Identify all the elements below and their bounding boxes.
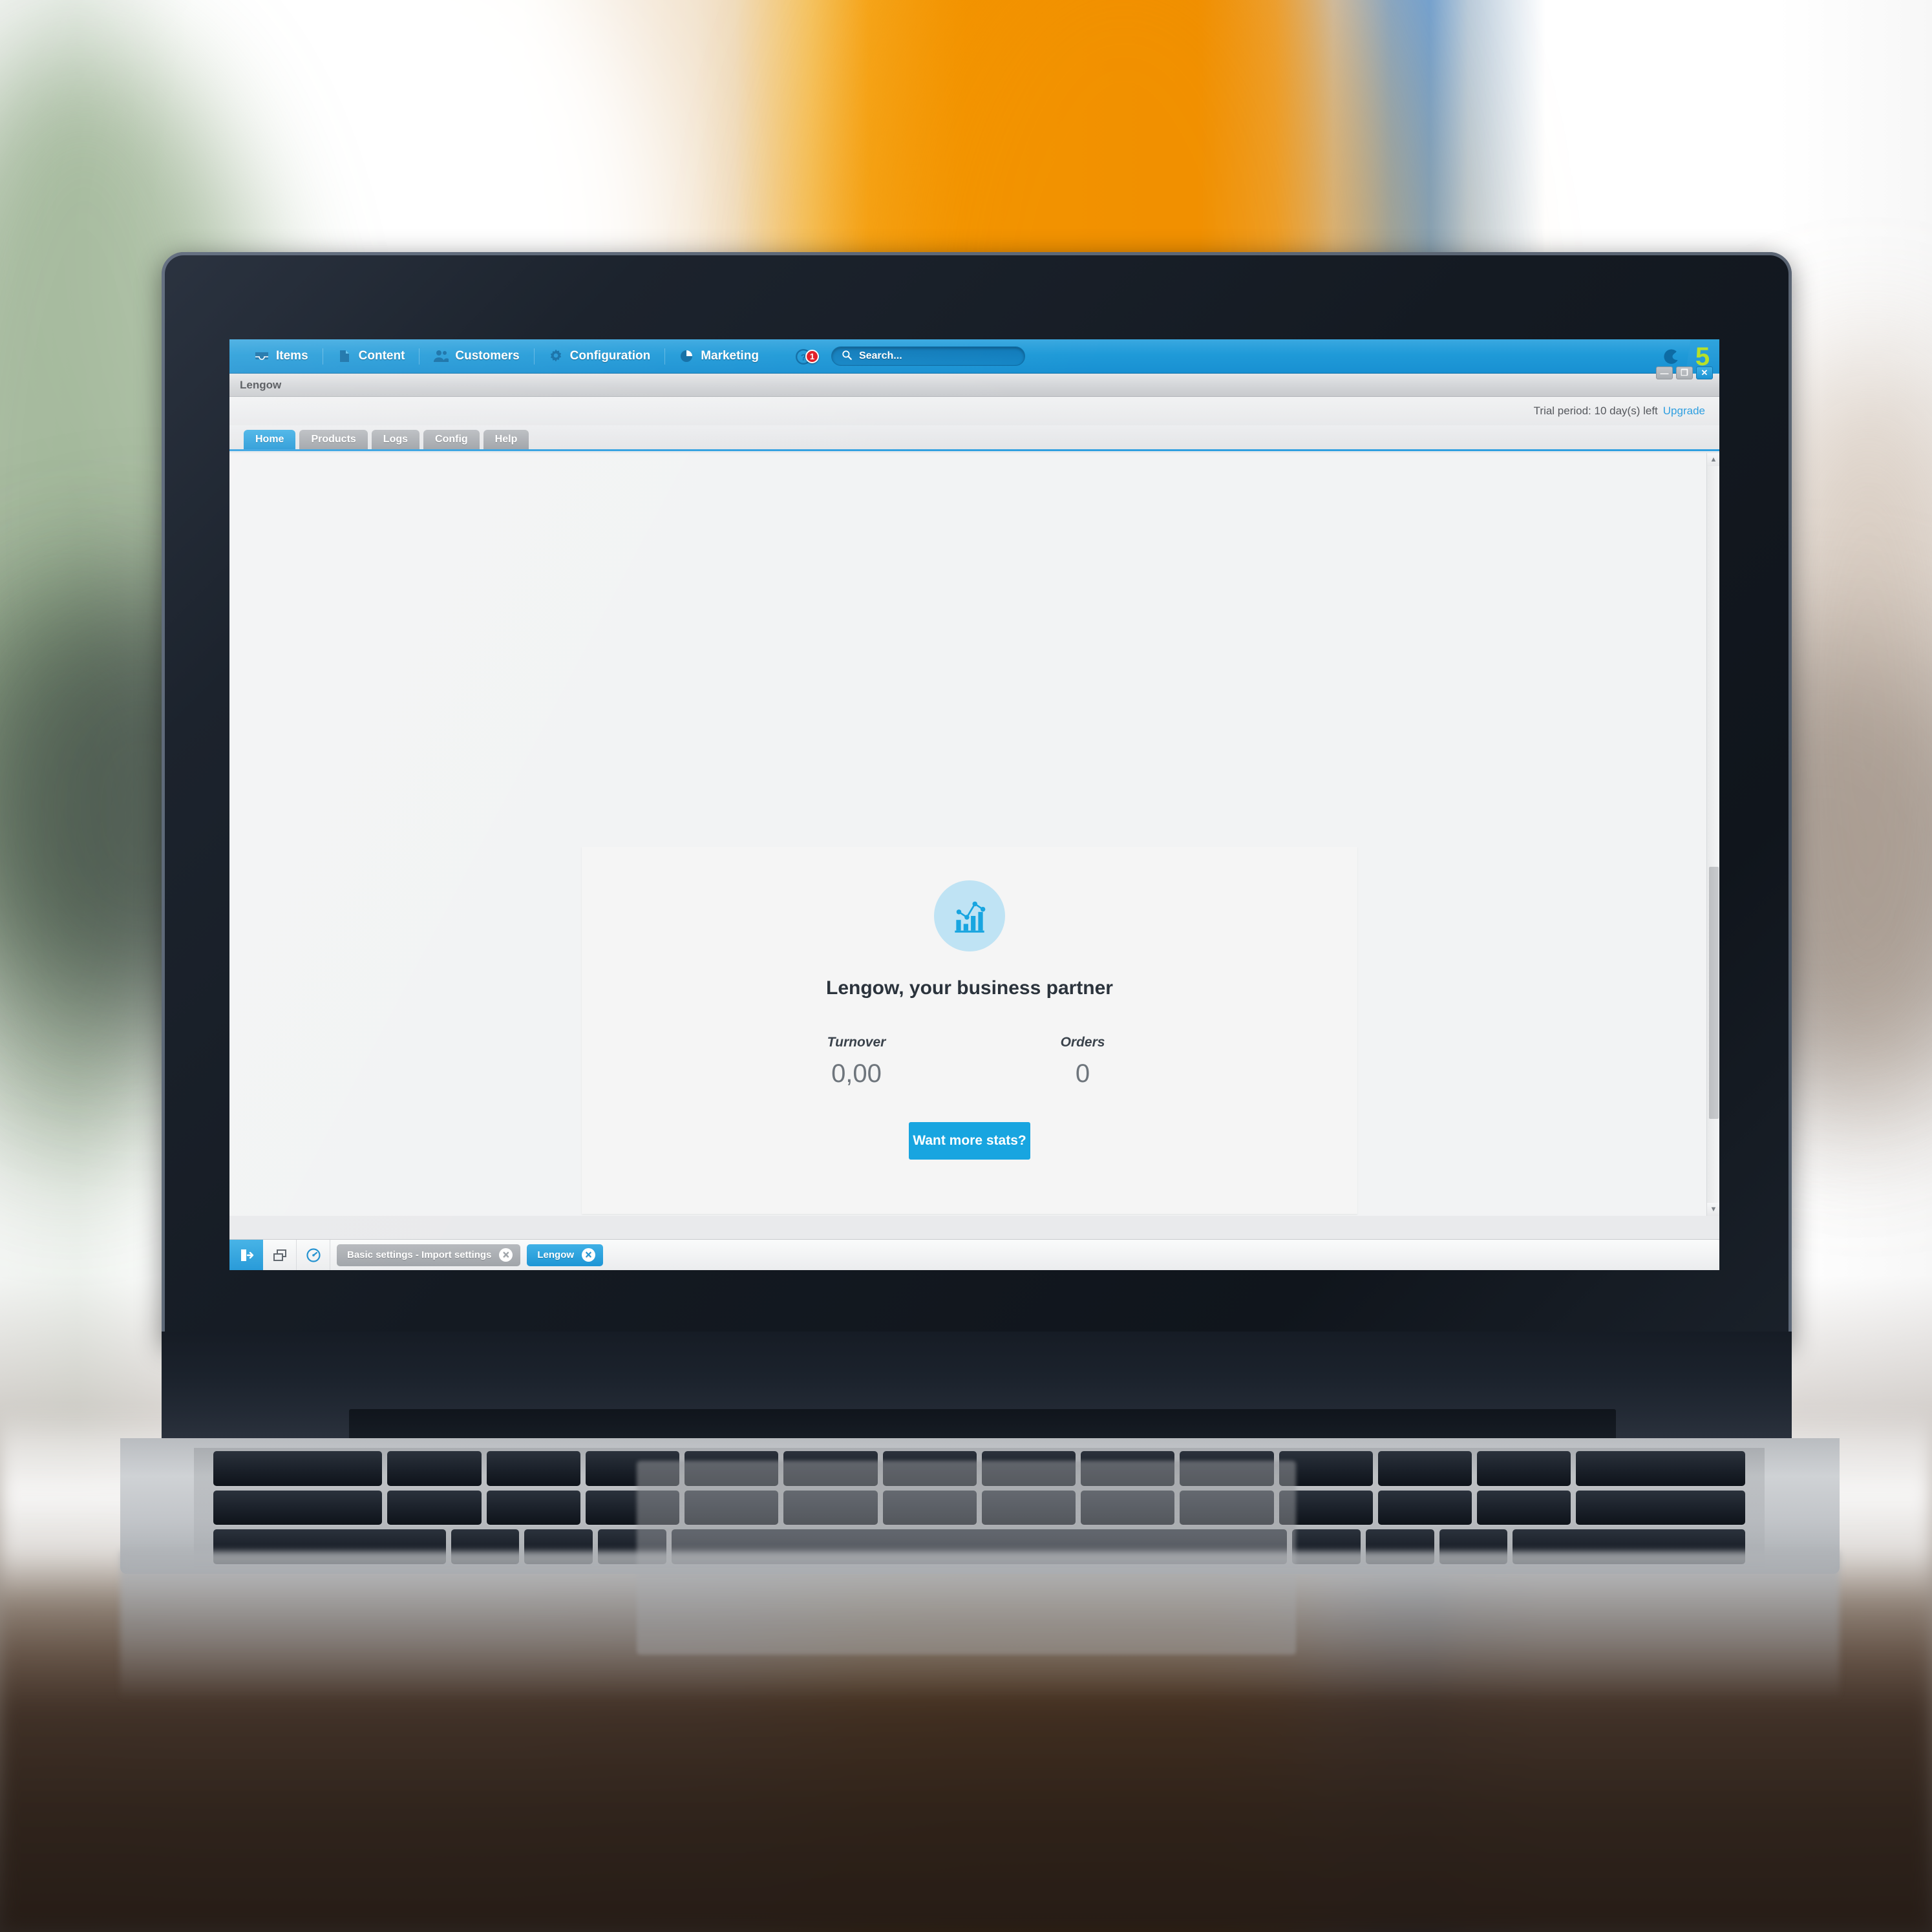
task-close-icon[interactable]: ✕ — [499, 1248, 513, 1262]
task-button-label: Lengow — [537, 1249, 575, 1260]
stats-card-inner: Lengow, your business partner Turnover 0… — [582, 847, 1357, 1160]
metric-label: Orders — [1060, 1035, 1105, 1050]
nav-item-customers[interactable]: Customers — [419, 339, 533, 374]
pie-chart-icon — [679, 348, 694, 364]
help-button[interactable]: ? 1 — [791, 348, 819, 365]
bar-line-chart-icon — [934, 880, 1005, 951]
close-button[interactable]: ✕ — [1696, 366, 1713, 379]
upgrade-link[interactable]: Upgrade — [1663, 405, 1705, 418]
task-button-lengow[interactable]: Lengow ✕ — [527, 1244, 604, 1266]
nav-item-marketing[interactable]: Marketing — [664, 339, 773, 374]
laptop-display: Items Content Customers Configuration Ma… — [229, 339, 1719, 1270]
metric-value: 0,00 — [831, 1059, 882, 1088]
inbox-icon — [254, 348, 270, 364]
nav-item-label: Content — [358, 349, 405, 363]
tab-home[interactable]: Home — [244, 430, 296, 449]
document-icon — [337, 348, 352, 364]
tab-help[interactable]: Help — [483, 430, 529, 449]
main-content-area: Lengow, your business partner Turnover 0… — [229, 453, 1706, 1216]
windows-cascade-icon[interactable] — [263, 1239, 297, 1270]
nav-item-content[interactable]: Content — [322, 339, 419, 374]
window-controls: — ❐ ✕ — [1656, 366, 1713, 379]
task-button-label: Basic settings - Import settings — [347, 1249, 492, 1260]
window-title: Lengow — [240, 378, 282, 391]
top-navigation-items: Items Content Customers Configuration Ma… — [240, 339, 773, 374]
nav-item-items[interactable]: Items — [240, 339, 323, 374]
trial-period-bar: Trial period: 10 day(s) left Upgrade — [229, 397, 1719, 425]
nav-item-label: Items — [276, 349, 308, 363]
palm-rest — [120, 1551, 1840, 1700]
metric-value: 0 — [1075, 1059, 1090, 1088]
users-icon — [433, 348, 449, 364]
metric-turnover: Turnover 0,00 — [743, 1035, 970, 1088]
stats-card: Lengow, your business partner Turnover 0… — [582, 847, 1357, 1214]
scroll-up-arrow-icon[interactable]: ▲ — [1707, 453, 1719, 466]
logout-icon[interactable] — [229, 1239, 263, 1270]
scrollbar-thumb[interactable] — [1709, 867, 1719, 1119]
top-navigation-bar: Items Content Customers Configuration Ma… — [229, 339, 1719, 374]
gear-icon — [548, 348, 564, 364]
search-input[interactable]: Search... — [831, 346, 1025, 366]
tab-config[interactable]: Config — [423, 430, 480, 449]
nav-item-label: Configuration — [569, 349, 651, 363]
window-title-bar[interactable]: Lengow — [229, 374, 1719, 397]
search-placeholder: Search... — [858, 350, 902, 361]
module-tab-strip: Home Products Logs Config Help — [229, 425, 1719, 451]
task-close-icon[interactable]: ✕ — [582, 1248, 596, 1262]
want-more-stats-button[interactable]: Want more stats? — [909, 1122, 1030, 1160]
search-icon — [841, 349, 853, 364]
taskbar: Basic settings - Import settings ✕ Lengo… — [229, 1239, 1719, 1270]
metric-orders: Orders 0 — [970, 1035, 1196, 1088]
nav-item-label: Customers — [455, 349, 520, 363]
minimize-button[interactable]: — — [1656, 366, 1673, 379]
tab-logs[interactable]: Logs — [371, 430, 420, 449]
task-button-basic-settings[interactable]: Basic settings - Import settings ✕ — [337, 1244, 521, 1266]
tab-products[interactable]: Products — [299, 430, 368, 449]
scroll-down-arrow-icon[interactable]: ▼ — [1707, 1203, 1719, 1216]
vertical-scrollbar[interactable]: ▲ ▼ — [1706, 453, 1719, 1216]
help-notification-badge: 1 — [805, 350, 819, 363]
restore-button[interactable]: ❐ — [1676, 366, 1693, 379]
speedometer-icon[interactable] — [297, 1239, 330, 1270]
shopware-backend-app: Items Content Customers Configuration Ma… — [229, 339, 1719, 1270]
stats-metrics-row: Turnover 0,00 Orders 0 — [582, 1035, 1357, 1088]
stats-card-title: Lengow, your business partner — [826, 977, 1113, 999]
metric-label: Turnover — [827, 1035, 886, 1050]
laptop: Items Content Customers Configuration Ma… — [0, 0, 1932, 1932]
nav-item-configuration[interactable]: Configuration — [533, 339, 665, 374]
trial-period-text: Trial period: 10 day(s) left — [1533, 405, 1658, 417]
nav-item-label: Marketing — [701, 349, 759, 363]
